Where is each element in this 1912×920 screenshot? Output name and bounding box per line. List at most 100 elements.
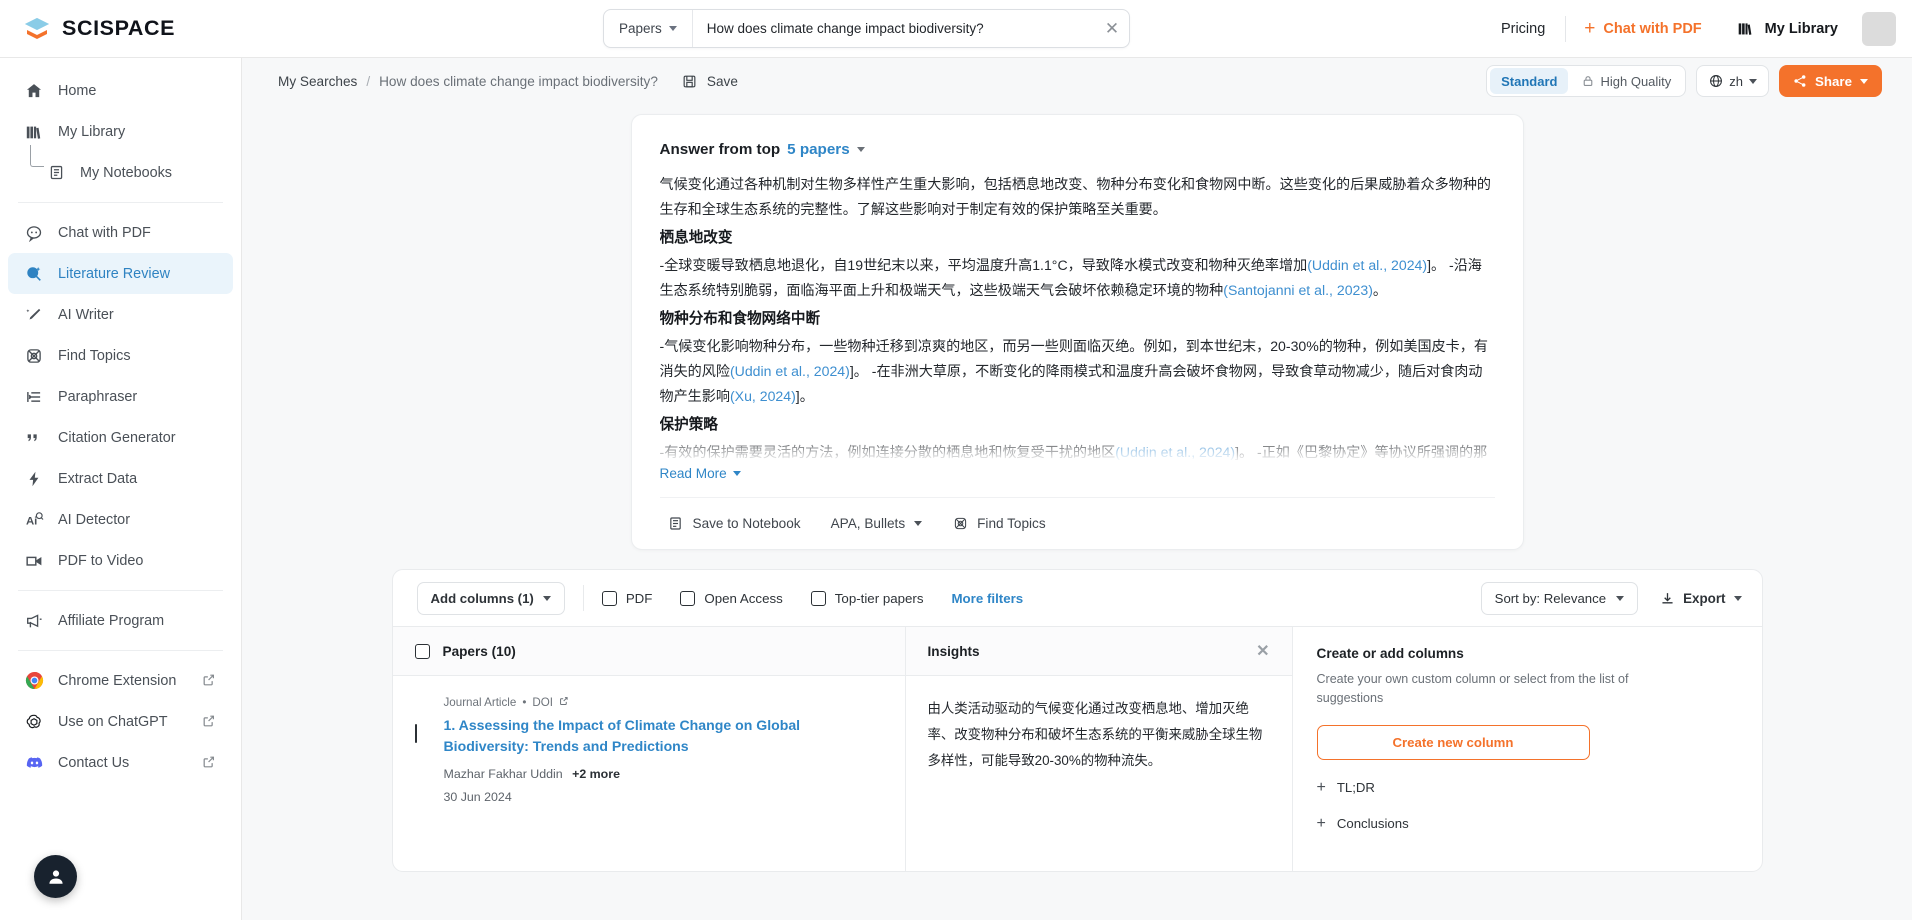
answer-section-title: 栖息地改变 xyxy=(659,230,733,247)
share-button[interactable]: Share xyxy=(1779,65,1882,97)
divider xyxy=(582,585,584,611)
sidebar-item-pdf-to-video[interactable]: PDF to Video xyxy=(8,540,233,581)
mode-high-quality-button[interactable]: High Quality xyxy=(1570,68,1682,94)
sort-by-select[interactable]: Sort by: Relevance xyxy=(1480,581,1639,615)
search-box[interactable]: Papers ✕ xyxy=(602,9,1130,48)
sidebar-item-extract-data[interactable]: Extract Data xyxy=(8,458,233,499)
sidebar-item-citation-generator[interactable]: Citation Generator xyxy=(8,417,233,458)
chevron-down-icon xyxy=(1860,78,1868,84)
sidebar-item-ai-writer[interactable]: AI Writer xyxy=(8,294,233,335)
checkbox[interactable] xyxy=(680,590,696,606)
save-icon xyxy=(680,71,700,91)
papers-header-label: Papers (10) xyxy=(442,643,516,659)
breadcrumb-toolbar: My Searches / How does climate change im… xyxy=(242,58,1912,104)
my-library-label: My Library xyxy=(1764,20,1838,37)
sidebar-item-paraphraser[interactable]: Paraphraser xyxy=(8,376,233,417)
sidebar-item-use-on-chatgpt[interactable]: Use on ChatGPT xyxy=(8,701,233,742)
text: -全球变暖导致栖息地退化，自19世纪末以来，平均温度升高1.1°C，导致降水模式… xyxy=(659,257,1308,274)
sidebar-item-affiliate-program[interactable]: Affiliate Program xyxy=(8,600,233,641)
bullet-separator: • xyxy=(522,696,527,709)
add-columns-title: Create or add columns xyxy=(1316,646,1464,661)
sidebar-item-label: Affiliate Program xyxy=(58,612,165,629)
external-link-icon xyxy=(559,696,569,709)
filter-open-access[interactable]: Open Access xyxy=(680,590,783,606)
export-label: Export xyxy=(1683,590,1726,606)
sidebar-item-find-topics[interactable]: Find Topics xyxy=(8,335,233,376)
pricing-link[interactable]: Pricing xyxy=(1481,21,1565,37)
sidebar-item-literature-review[interactable]: Literature Review xyxy=(8,253,233,294)
filter-top-tier-papers[interactable]: Top-tier papers xyxy=(810,590,924,606)
row-checkbox[interactable] xyxy=(414,724,417,743)
results-grid: Papers (10) Journal Article • DOI 1. Ass… xyxy=(392,626,1762,871)
sidebar-item-my-notebooks[interactable]: My Notebooks xyxy=(8,145,233,193)
sidebar-item-label: Chat with PDF xyxy=(58,224,151,241)
citation-link[interactable]: (Uddin et al., 2024) xyxy=(1115,444,1235,460)
answer-papers-link[interactable]: 5 papers xyxy=(787,141,849,158)
suggestion-label: Conclusions xyxy=(1336,816,1409,832)
citation-style-select[interactable]: APA, Bullets xyxy=(831,516,923,531)
sidebar-item-contact-us[interactable]: Contact Us xyxy=(8,742,233,783)
search-input[interactable] xyxy=(692,21,1095,36)
chat-with-pdf-button[interactable]: + Chat with PDF xyxy=(1566,19,1719,38)
openai-icon xyxy=(24,712,44,732)
checkbox[interactable] xyxy=(601,590,617,606)
find-topics-label: Find Topics xyxy=(977,516,1046,531)
filter-bar: Add columns (1) PDF Open Access Top-tier… xyxy=(393,570,1762,626)
sidebar-item-label: Contact Us xyxy=(58,754,130,771)
more-filters-button[interactable]: More filters xyxy=(951,591,1023,606)
paper-doi-link[interactable]: DOI xyxy=(532,696,553,709)
breadcrumb-root[interactable]: My Searches xyxy=(278,74,357,89)
atom-icon xyxy=(952,514,968,534)
help-button[interactable] xyxy=(34,855,77,898)
megaphone-icon xyxy=(24,611,44,631)
avatar[interactable] xyxy=(1862,11,1896,46)
language-label: zh xyxy=(1729,73,1744,89)
sidebar-item-label: Literature Review xyxy=(58,265,170,282)
checkbox[interactable] xyxy=(810,590,826,606)
citation-link[interactable]: (Uddin et al., 2024) xyxy=(1307,257,1427,273)
close-icon[interactable]: ✕ xyxy=(1256,641,1269,661)
text: -有效的保护需要灵活的方法，例如连接分散的栖息地和恢复受干扰的地区 xyxy=(659,444,1116,461)
suggestion-tldr[interactable]: + TL;DR xyxy=(1317,779,1738,796)
chevron-down-icon xyxy=(1733,595,1742,601)
sidebar-item-home[interactable]: Home xyxy=(8,70,233,111)
chevron-down-icon xyxy=(1749,78,1758,84)
language-select[interactable]: zh xyxy=(1696,65,1770,97)
search-scope-select[interactable]: Papers xyxy=(604,10,693,47)
export-button[interactable]: Export xyxy=(1660,588,1742,608)
filter-label: Top-tier papers xyxy=(834,590,924,606)
mode-standard-button[interactable]: Standard xyxy=(1490,68,1569,94)
find-topics-button[interactable]: Find Topics xyxy=(952,514,1046,534)
save-label: Save xyxy=(706,73,738,89)
answer-actions: Save to Notebook APA, Bullets Find Topic… xyxy=(659,497,1495,549)
sidebar: Home My Library My Notebooks Chat with P… xyxy=(0,58,242,920)
save-to-notebook-button[interactable]: Save to Notebook xyxy=(668,514,801,534)
insights-header-label: Insights xyxy=(927,643,980,659)
answer-header-prefix: Answer from top xyxy=(659,141,781,158)
text: 。 xyxy=(1372,282,1387,299)
select-all-checkbox[interactable] xyxy=(414,643,430,659)
topbar-actions: Pricing + Chat with PDF My Library xyxy=(1481,11,1912,46)
clear-search-icon[interactable]: ✕ xyxy=(1095,10,1129,47)
paraphrase-icon xyxy=(24,387,44,407)
paper-title-link[interactable]: 1. Assessing the Impact of Climate Chang… xyxy=(444,715,883,758)
create-new-column-button[interactable]: Create new column xyxy=(1316,724,1590,760)
sidebar-item-chat-with-pdf[interactable]: Chat with PDF xyxy=(8,212,233,253)
more-authors[interactable]: +2 more xyxy=(572,767,620,781)
suggestion-conclusions[interactable]: + Conclusions xyxy=(1317,815,1738,832)
brand[interactable]: SCISPACE xyxy=(0,14,252,44)
filter-pdf[interactable]: PDF xyxy=(601,590,652,606)
save-search-button[interactable]: Save xyxy=(680,71,738,91)
citation-link[interactable]: (Xu, 2024) xyxy=(730,388,796,404)
paper-info: Journal Article • DOI 1. Assessing the I… xyxy=(444,696,883,804)
mode-standard-label: Standard xyxy=(1501,73,1558,89)
sidebar-item-ai-detector[interactable]: Ai AI Detector xyxy=(8,499,233,540)
results-panel: Add columns (1) PDF Open Access Top-tier… xyxy=(391,569,1763,872)
citation-link[interactable]: (Santojanni et al., 2023) xyxy=(1223,282,1373,298)
sidebar-item-chrome-extension[interactable]: Chrome Extension xyxy=(8,660,233,701)
my-library-button[interactable]: My Library xyxy=(1720,19,1854,39)
citation-link[interactable]: (Uddin et al., 2024) xyxy=(730,363,850,379)
sidebar-item-label: Use on ChatGPT xyxy=(58,713,168,730)
chevron-down-icon[interactable] xyxy=(856,147,865,152)
add-columns-button[interactable]: Add columns (1) xyxy=(416,581,565,615)
